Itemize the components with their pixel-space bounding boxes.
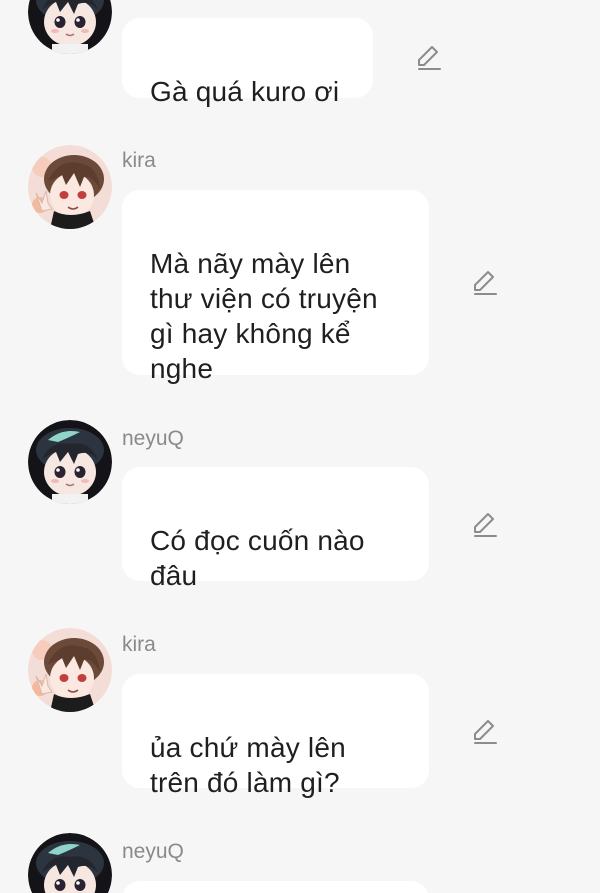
edit-icon[interactable] — [469, 717, 499, 747]
message-text: Gà quá kuro ơi — [150, 76, 340, 107]
edit-icon[interactable] — [413, 43, 443, 73]
neyuq-avatar[interactable] — [28, 0, 112, 54]
sender-name: kira — [122, 149, 156, 172]
message-text: Có đọc cuốn nào đâu — [150, 525, 365, 591]
message-row: neyuQ — [0, 833, 600, 893]
message-row: Gà quá kuro ơi — [0, 0, 600, 110]
sender-name: neyuQ — [122, 840, 184, 863]
sender-name: neyuQ — [122, 427, 184, 450]
kira-avatar[interactable] — [28, 628, 112, 712]
neyuq-avatar[interactable] — [28, 420, 112, 504]
message-bubble[interactable]: ủa chứ mày lên trên đó làm gì? — [122, 674, 429, 798]
kira-avatar[interactable] — [28, 145, 112, 229]
edit-icon[interactable] — [469, 268, 499, 298]
neyuq-avatar[interactable] — [28, 833, 112, 893]
chat-thread[interactable]: Gà quá kuro ơi kira Mà nãy mày lên thư v… — [0, 0, 600, 893]
message-row: neyuQ Có đọc cuốn nào đâu — [0, 420, 600, 591]
message-bubble[interactable] — [122, 881, 429, 893]
sender-name: kira — [122, 633, 156, 656]
edit-icon[interactable] — [469, 510, 499, 540]
message-row: kira Mà nãy mày lên thư viện có truyện g… — [0, 145, 600, 384]
message-bubble[interactable]: Có đọc cuốn nào đâu — [122, 467, 429, 591]
message-row: kira ủa chứ mày lên trên đó làm gì? — [0, 628, 600, 798]
message-text: ủa chứ mày lên trên đó làm gì? — [150, 732, 346, 798]
message-text: Mà nãy mày lên thư viện có truyện gì hay… — [150, 248, 378, 384]
message-bubble[interactable]: Mà nãy mày lên thư viện có truyện gì hay… — [122, 190, 429, 384]
message-bubble[interactable]: Gà quá kuro ơi — [122, 18, 373, 107]
